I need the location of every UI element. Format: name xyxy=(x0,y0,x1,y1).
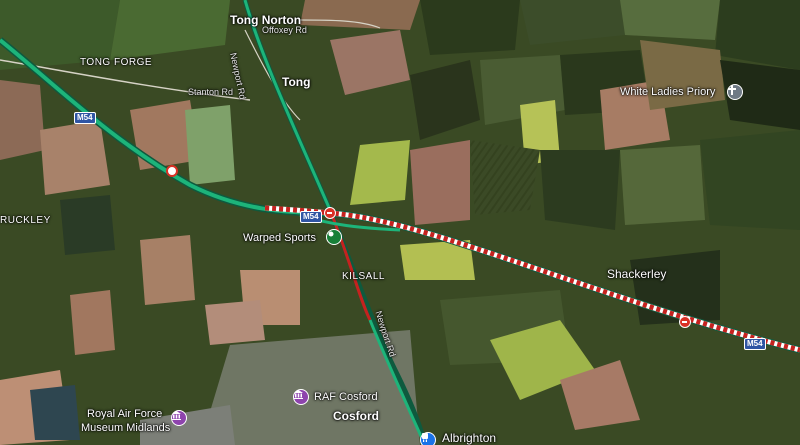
train-icon[interactable] xyxy=(420,432,436,445)
cross-icon[interactable] xyxy=(727,84,743,100)
road-label-ottoxey: Offoxey Rd xyxy=(262,25,307,35)
place-albrighton: Albrighton xyxy=(442,431,497,445)
road-label-stanton: Stanton Rd xyxy=(188,87,234,97)
museum-icon[interactable] xyxy=(171,410,187,426)
place-cosford: Cosford xyxy=(333,409,379,423)
m54-shield-center: M54 xyxy=(300,211,322,223)
m54-shield-east: M54 xyxy=(744,338,766,350)
poi-warped-sports[interactable]: Warped Sports xyxy=(243,233,316,244)
museum-icon[interactable] xyxy=(293,389,309,405)
place-tong: Tong xyxy=(282,75,311,89)
m54-shield-west: M54 xyxy=(74,112,96,124)
poi-raf-cosford[interactable]: RAF Cosford xyxy=(314,392,378,403)
place-shackerley: Shackerley xyxy=(607,267,667,281)
poi-raf-museum-line2[interactable]: Museum Midlands xyxy=(81,423,170,434)
poi-raf-museum-line1[interactable]: Royal Air Force xyxy=(87,409,162,420)
poi-white-ladies-priory[interactable]: White Ladies Priory xyxy=(620,87,715,98)
road-closure-icon[interactable] xyxy=(324,207,336,219)
map-view[interactable]: Tong Norton Offoxey Rd Newport Rd Tong T… xyxy=(0,0,800,445)
road-closure-icon[interactable] xyxy=(679,316,691,328)
traffic-incident-icon[interactable] xyxy=(166,165,178,177)
leisure-icon[interactable] xyxy=(326,229,342,245)
place-kilsall: KILSALL xyxy=(342,271,385,282)
place-ruckley: RUCKLEY xyxy=(0,215,51,226)
place-tong-forge: TONG FORGE xyxy=(80,57,153,68)
